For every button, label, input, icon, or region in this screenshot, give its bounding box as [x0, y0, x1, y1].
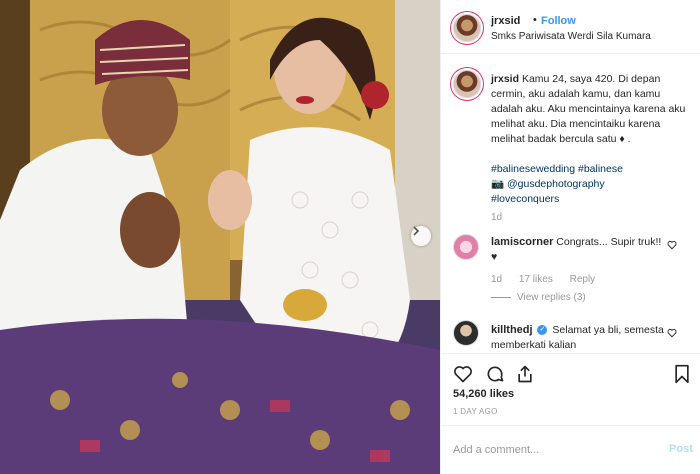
comment-heart-icon[interactable] [667, 328, 677, 338]
view-replies-button[interactable]: View replies (3) [491, 292, 586, 303]
post-comment-button[interactable]: Post [669, 443, 693, 455]
camera-icon: 📷 [491, 178, 505, 190]
author-username[interactable]: jrxsid [491, 15, 520, 27]
add-comment-bar: Post [441, 425, 700, 474]
caption-hashtags[interactable]: #balinesewedding #balinese [491, 163, 623, 175]
caption-username[interactable]: jrxsid [491, 73, 519, 85]
replies-divider [491, 296, 511, 298]
comment-username[interactable]: lamiscorner [491, 236, 553, 248]
comment-likes[interactable]: 17 likes [519, 274, 553, 285]
likes-count[interactable]: 54,260 likes [453, 388, 514, 400]
comment-age: 1d [491, 274, 503, 285]
post-details-panel: jrxsid • Follow Smks Pariwisata Werdi Si… [440, 0, 700, 474]
author-avatar[interactable] [453, 14, 481, 42]
caption-body: Kamu 24, saya 420. Di depan cermin, aku … [491, 73, 686, 145]
separator-dot: • [533, 14, 537, 26]
post-age: 1 DAY AGO [453, 407, 498, 416]
post-photo[interactable] [0, 0, 440, 474]
share-icon[interactable] [515, 364, 535, 384]
comment-username[interactable]: killthedj [491, 324, 533, 336]
reply-button[interactable]: Reply [570, 274, 596, 285]
chevron-right-icon [413, 226, 420, 236]
photographer-mention[interactable]: @gusdephotography [507, 178, 605, 190]
caption-avatar[interactable] [453, 70, 481, 98]
bookmark-icon[interactable] [673, 364, 691, 384]
comments-section[interactable]: jrxsid Kamu 24, saya 420. Di depan cermi… [441, 55, 700, 353]
location-link[interactable]: Smks Pariwisata Werdi Sila Kumara [491, 31, 651, 42]
caption-age: 1d [491, 212, 503, 223]
action-bar [441, 353, 700, 393]
verified-badge-icon: ✓ [537, 325, 548, 336]
commenter-avatar[interactable] [453, 320, 479, 346]
comment-icon[interactable] [485, 364, 505, 384]
follow-button[interactable]: Follow [541, 15, 576, 27]
caption-hashtag-loveconquers[interactable]: #loveconquers [491, 193, 559, 205]
comment-heart-icon[interactable] [667, 240, 677, 250]
wedding-photo-illustration [0, 0, 440, 474]
commenter-avatar[interactable] [453, 234, 479, 260]
caption-text: jrxsid Kamu 24, saya 420. Di depan cermi… [491, 72, 691, 207]
post-header: jrxsid • Follow Smks Pariwisata Werdi Si… [441, 0, 700, 54]
comment-input[interactable] [453, 441, 653, 459]
heart-icon[interactable] [453, 364, 473, 384]
comment-text: lamiscorner Congrats... Supir truk!! ♥ [491, 235, 666, 265]
comment-text: killthedj ✓ Selamat ya bli, semesta memb… [491, 323, 666, 353]
comment-meta: 1d 17 likes Reply [491, 274, 609, 285]
next-photo-button[interactable] [411, 226, 431, 246]
view-replies-label: View replies (3) [517, 292, 586, 303]
